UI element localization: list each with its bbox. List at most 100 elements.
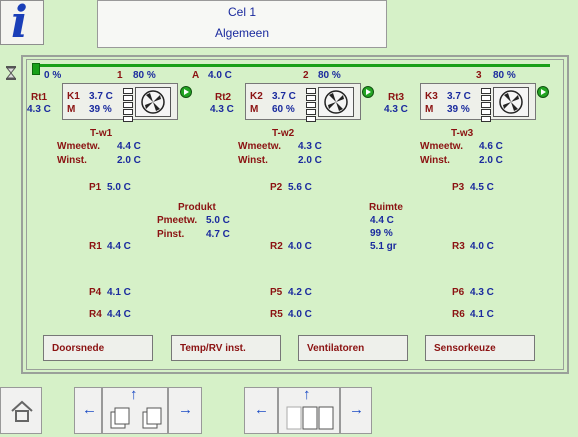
sensor-r1-value: 4.4 C [107,241,131,252]
prev-button-2[interactable]: ← [244,387,278,434]
play-icon[interactable] [362,86,374,98]
cell-title: Cel 1 [227,5,256,19]
m3-label: M [425,104,434,115]
sensor-r6-value: 4.1 C [470,309,494,320]
tw3-title: T-w3 [451,128,474,139]
cooler-unit-2[interactable]: K2 3.7 C M 60 % [245,83,361,122]
winst3-label: Winst. [420,155,450,166]
door-position-bar [34,64,550,67]
door-percent: 0 % [44,70,62,81]
sensor-p3-value: 4.5 C [470,182,494,193]
wmeetw2-label: Wmeetw. [238,141,281,152]
sensor-p6-value: 4.3 C [470,287,494,298]
tw1-title: T-w1 [90,128,113,139]
temp-rv-button[interactable]: Temp/RV inst. [171,335,281,361]
ventilatoren-button[interactable]: Ventilatoren [298,335,408,361]
fan-icon [318,87,354,117]
k1-label: K1 [67,91,80,102]
product-title: Produkt [178,202,216,213]
sensor-r2-label: R2 [270,241,283,252]
cooler-unit-1[interactable]: K1 3.7 C M 39 % [62,83,178,122]
m3-value: 39 % [447,104,470,115]
home-icon [9,398,35,429]
unit-3-percent: 80 % [493,70,516,81]
sensor-r3-label: R3 [452,241,465,252]
sensor-r6-label: R6 [452,309,465,320]
k2-label: K2 [250,91,263,102]
wmeetw1-value: 4.4 C [117,141,141,152]
unit-1-percent: 80 % [133,70,156,81]
arrow-left-icon: ← [82,401,97,418]
room-abs: 5.1 gr [370,241,397,252]
sensor-r5-value: 4.0 C [288,309,312,320]
up-group-button-1[interactable]: ↑ [102,386,168,434]
up-group-button-2[interactable]: ↑ [278,386,340,436]
sensor-r2-value: 4.0 C [288,241,312,252]
sensor-r4-label: R4 [89,309,102,320]
play-icon[interactable] [180,86,192,98]
outside-temp: 4.0 C [208,70,232,81]
info-icon: i [11,0,28,48]
k2-temp: 3.7 C [272,91,296,102]
k3-temp: 3.7 C [447,91,471,102]
fan-stage-icon [481,88,491,122]
arrow-right-icon: → [178,401,193,418]
cooler-unit-3[interactable]: K3 3.7 C M 39 % [420,83,536,122]
pmeetw-label: Pmeetw. [157,215,198,226]
sensor-r5-label: R5 [270,309,283,320]
room-temp: 4.4 C [370,215,394,226]
sensor-r1-label: R1 [89,241,102,252]
page-title: Algemeen [214,26,270,40]
sensor-p1-label: P1 [89,182,102,193]
arrow-up-icon: ↑ [303,386,311,403]
sensorkeuze-button[interactable]: Sensorkeuze [425,335,535,361]
rt3-value: 4.3 C [384,104,408,115]
winst1-label: Winst. [57,155,87,166]
room-rh: 99 % [370,228,393,239]
columns-icon [285,405,335,436]
room-title: Ruimte [369,202,403,213]
info-button[interactable]: i [0,0,44,48]
tw2-title: T-w2 [272,128,295,139]
sensor-p2-value: 5.6 C [288,182,312,193]
home-button[interactable] [0,387,42,434]
rt1-value: 4.3 C [27,104,51,115]
unit-3-number: 3 [476,70,482,81]
fan-icon [135,87,171,117]
unit-1-number: 1 [117,70,123,81]
next-button[interactable]: → [168,387,202,434]
sensor-r3-value: 4.0 C [470,241,494,252]
next-button-2[interactable]: → [340,387,372,434]
wmeetw3-label: Wmeetw. [420,141,463,152]
m2-value: 60 % [272,104,295,115]
m1-label: M [67,104,76,115]
winst2-label: Winst. [238,155,268,166]
arrow-left-icon: ← [254,401,269,418]
pinst-label: Pinst. [157,229,185,240]
winst3-value: 2.0 C [479,155,503,166]
rt3-label: Rt3 [388,92,405,103]
sensor-p6-label: P6 [452,287,465,298]
prev-button[interactable]: ← [74,387,102,434]
door-icon [32,63,40,75]
arrow-up-icon: ↑ [130,386,138,403]
play-icon[interactable] [537,86,549,98]
sensor-p2-label: P2 [270,182,283,193]
fan-icon [493,87,529,117]
fan-stage-icon [306,88,316,122]
wmeetw2-value: 4.3 C [298,141,322,152]
sensor-p4-value: 4.1 C [107,287,131,298]
fan-stage-icon [123,88,133,122]
sensor-p5-label: P5 [270,287,283,298]
doorsnede-button[interactable]: Doorsnede [43,335,153,361]
sensor-p4-label: P4 [89,287,102,298]
k1-temp: 3.7 C [89,91,113,102]
m1-value: 39 % [89,104,112,115]
m2-label: M [250,104,259,115]
sensor-p1-value: 5.0 C [107,182,131,193]
unit-2-number: 2 [303,70,309,81]
pmeetw-value: 5.0 C [206,215,230,226]
hourglass-icon [5,66,17,80]
unit-2-percent: 80 % [318,70,341,81]
pinst-value: 4.7 C [206,229,230,240]
